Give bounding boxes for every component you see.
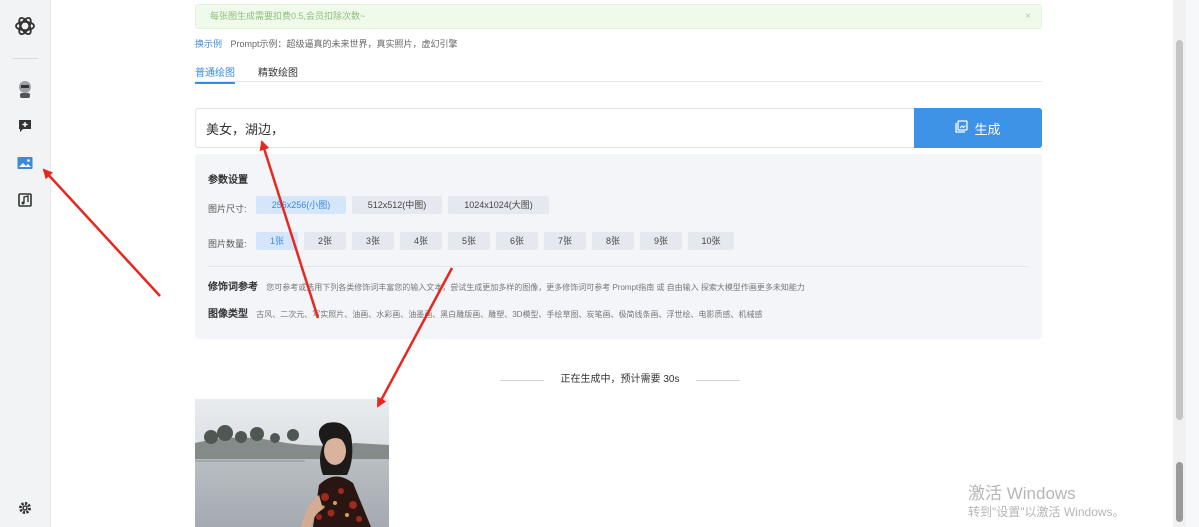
- example-prompt-row: 换示例 Prompt示例：超级逼真的未来世界，真实照片，虚幻引擎: [195, 37, 458, 50]
- size-option-large[interactable]: 1024x1024(大图): [448, 196, 549, 214]
- params-divider: [208, 266, 1028, 267]
- modifier-reference-row: 修饰词参考 您可参考或选用下列各类修饰词丰富您的输入文本，尝试生成更加多样的图像…: [208, 278, 805, 293]
- windows-activation-hint: 转到"设置"以激活 Windows。: [968, 505, 1125, 519]
- style-items: 古风、二次元、写实照片、油画、水彩画、油墨画、黑白雕版画、雕塑、3D模型、手绘草…: [256, 310, 763, 319]
- scrollbar-thumb-active[interactable]: [1176, 462, 1183, 522]
- tab-normal-drawing[interactable]: 普通绘图: [195, 64, 235, 84]
- style-title: 图像类型: [208, 309, 248, 320]
- generate-button-label: 生成: [974, 121, 1001, 137]
- count-option[interactable]: 5张: [448, 232, 490, 250]
- status-line-left: [500, 380, 544, 381]
- change-example-link[interactable]: 换示例: [195, 39, 222, 49]
- count-option[interactable]: 4张: [400, 232, 442, 250]
- settings-gear-icon[interactable]: [14, 497, 36, 519]
- openai-logo-icon[interactable]: [13, 14, 37, 38]
- status-text: 正在生成中，预计需要 30s: [560, 374, 680, 385]
- tab-fine-drawing[interactable]: 精致绘图: [258, 64, 298, 79]
- params-title: 参数设置: [208, 175, 248, 186]
- count-label: 图片数量:: [208, 239, 247, 249]
- modifier-description: 您可参考或选用下列各类修饰词丰富您的输入文本，尝试生成更加多样的图像，更多修饰词…: [266, 283, 805, 292]
- count-option[interactable]: 6张: [496, 232, 538, 250]
- count-option[interactable]: 7张: [544, 232, 586, 250]
- generate-button[interactable]: 生成: [914, 108, 1042, 148]
- scrollbar[interactable]: [1173, 0, 1186, 527]
- size-option-small[interactable]: 256x256(小图): [256, 196, 346, 214]
- cost-notice: 每张图生成需要扣费0.5,会员扣除次数~ ×: [195, 4, 1042, 29]
- close-icon[interactable]: ×: [1025, 5, 1031, 28]
- count-option[interactable]: 10张: [688, 232, 734, 250]
- image-stack-icon: [955, 120, 969, 136]
- size-label: 图片尺寸:: [208, 204, 247, 214]
- count-option[interactable]: 1张: [256, 232, 298, 250]
- size-option-medium[interactable]: 512x512(中图): [352, 196, 442, 214]
- sidebar: [0, 0, 51, 527]
- count-option[interactable]: 8张: [592, 232, 634, 250]
- music-icon[interactable]: [14, 189, 36, 211]
- chat-add-icon[interactable]: [14, 115, 36, 137]
- drawing-mode-tabs: 普通绘图 精致绘图: [195, 62, 1042, 84]
- params-panel: 参数设置 图片尺寸: 256x256(小图) 512x512(中图) 1024x…: [195, 154, 1042, 339]
- generated-image[interactable]: [195, 399, 389, 527]
- notice-text: 每张图生成需要扣费0.5,会员扣除次数~: [210, 11, 366, 21]
- image-style-row: 图像类型 古风、二次元、写实照片、油画、水彩画、油墨画、黑白雕版画、雕塑、3D模…: [208, 305, 762, 320]
- avatar-icon[interactable]: [14, 78, 36, 100]
- scrollbar-thumb[interactable]: [1176, 40, 1183, 420]
- modifier-title: 修饰词参考: [208, 282, 258, 293]
- status-line-right: [696, 380, 740, 381]
- sidebar-divider: [12, 58, 38, 59]
- windows-activation-title: 激活 Windows: [968, 484, 1076, 503]
- count-option[interactable]: 9张: [640, 232, 682, 250]
- count-option[interactable]: 3张: [352, 232, 394, 250]
- prompt-input[interactable]: [196, 109, 916, 147]
- prompt-box: 生成: [195, 108, 1042, 148]
- count-option[interactable]: 2张: [304, 232, 346, 250]
- generation-status: 正在生成中，预计需要 30s: [500, 372, 740, 388]
- example-prompt-text: Prompt示例：超级逼真的未来世界，真实照片，虚幻引擎: [230, 39, 458, 49]
- image-gallery-icon[interactable]: [14, 152, 36, 174]
